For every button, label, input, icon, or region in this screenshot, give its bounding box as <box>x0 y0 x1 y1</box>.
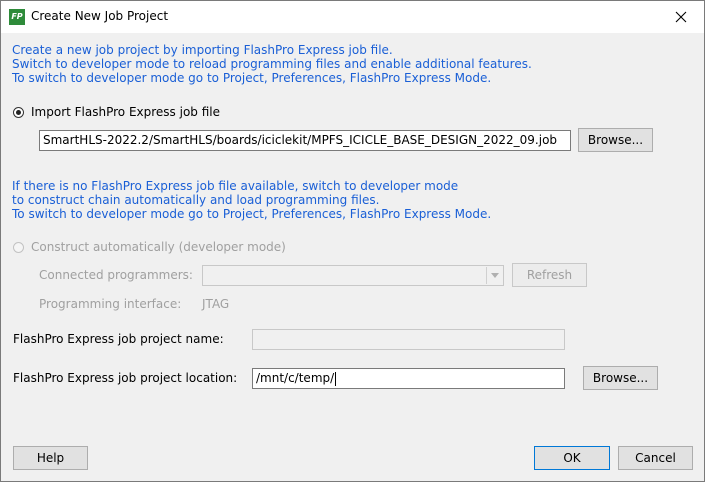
help-button[interactable]: Help <box>13 446 88 470</box>
title-bar: FP Create New Job Project <box>1 1 704 33</box>
project-location-label: FlashPro Express job project location: <box>13 371 238 385</box>
project-name-input[interactable] <box>252 329 565 350</box>
programming-interface-value: JTAG <box>202 297 230 311</box>
construct-auto-radio[interactable] <box>13 242 24 253</box>
connected-programmers-combo[interactable] <box>202 265 504 286</box>
combo-arrow <box>486 267 502 284</box>
intro-line-1: Create a new job project by importing Fl… <box>12 43 393 57</box>
text-caret <box>335 371 337 386</box>
location-browse-button[interactable]: Browse... <box>583 366 658 390</box>
info-line-2: to construct chain automatically and loa… <box>12 193 380 207</box>
info-line-1: If there is no FlashPro Express job file… <box>12 179 459 193</box>
project-location-input[interactable]: /mnt/c/temp/ <box>252 368 565 389</box>
intro-line-3: To switch to developer mode go to Projec… <box>12 71 492 85</box>
ok-button[interactable]: OK <box>534 446 610 470</box>
import-job-radio[interactable] <box>13 107 24 118</box>
project-name-label: FlashPro Express job project name: <box>13 332 224 346</box>
job-file-path-input[interactable]: SmartHLS-2022.2/SmartHLS/boards/icicleki… <box>39 130 571 151</box>
info-line-3: To switch to developer mode go to Projec… <box>12 207 492 221</box>
project-location-value: /mnt/c/temp/ <box>256 371 335 385</box>
intro-line-2: Switch to developer mode to reload progr… <box>12 57 532 71</box>
import-job-radio-label[interactable]: Import FlashPro Express job file <box>31 105 220 119</box>
programming-interface-label: Programming interface: <box>39 297 182 311</box>
developer-mode-info: If there is no FlashPro Express job file… <box>12 179 491 221</box>
close-button[interactable] <box>658 1 704 33</box>
dialog-title: Create New Job Project <box>31 9 169 23</box>
cancel-button[interactable]: Cancel <box>618 446 693 470</box>
intro-text: Create a new job project by importing Fl… <box>12 43 532 85</box>
close-icon <box>675 11 687 23</box>
construct-auto-radio-label: Construct automatically (developer mode) <box>31 240 286 254</box>
import-browse-button[interactable]: Browse... <box>578 128 653 152</box>
dialog-window: FP Create New Job Project Create a new j… <box>0 0 705 482</box>
refresh-button[interactable]: Refresh <box>512 263 587 287</box>
flashpro-app-icon: FP <box>9 9 25 25</box>
chevron-down-icon <box>490 273 499 278</box>
connected-programmers-label: Connected programmers: <box>39 268 193 282</box>
